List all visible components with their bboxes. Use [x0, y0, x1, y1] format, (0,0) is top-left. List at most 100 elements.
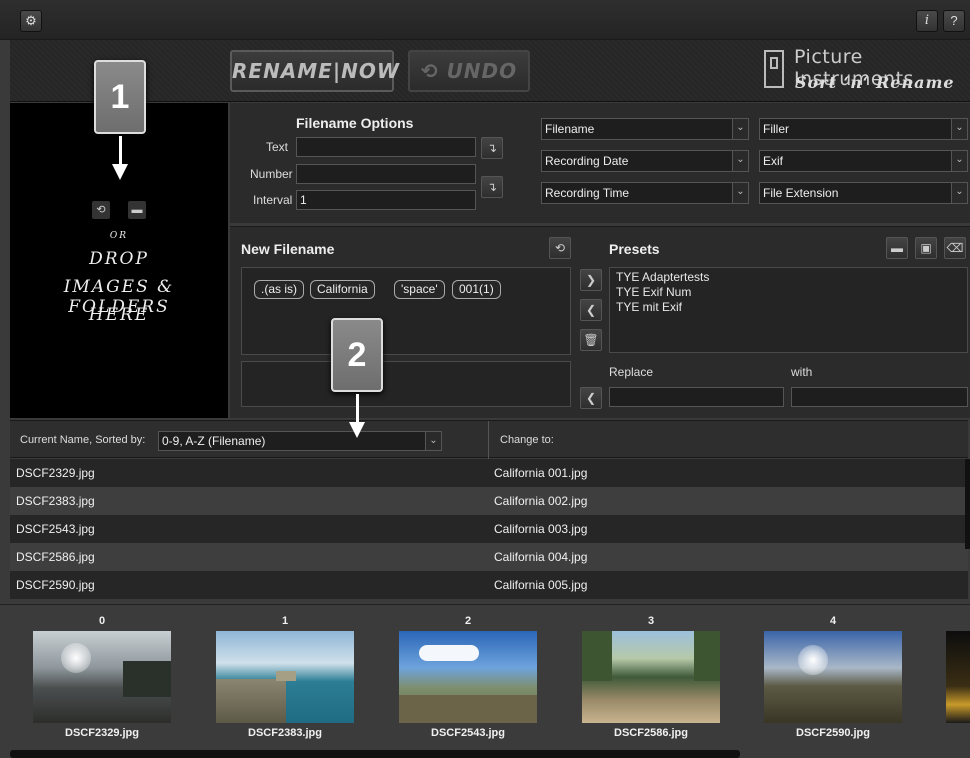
thumbnail-image[interactable] [399, 631, 537, 723]
filename-options-title: Filename Options [296, 115, 414, 131]
arrow-head-icon [112, 164, 128, 180]
callout-badge-2: 2 [331, 318, 383, 392]
table-row[interactable]: DSCF2590.jpg California 005.jpg [10, 571, 968, 599]
column-divider [488, 421, 489, 459]
undo-label: UNDO [446, 59, 518, 83]
thumb-name: DSCF2590.jpg [796, 727, 870, 739]
new-name-cell: California 004.jpg [494, 550, 588, 564]
thumbnail-image[interactable] [946, 631, 970, 723]
filmstrip-scrollbar[interactable] [10, 750, 740, 758]
presets-list[interactable]: TYE Adaptertests TYE Exif Num TYE mit Ex… [609, 267, 968, 353]
drop-or-label: OR [109, 231, 129, 241]
arrow-down-icon [119, 136, 122, 166]
save-icon[interactable]: ▣ [915, 237, 937, 259]
field-select-5[interactable]: Exif ⌄ [759, 150, 968, 172]
new-name-cell: California 001.jpg [494, 466, 588, 480]
field-select-1[interactable]: Filename ⌄ [541, 118, 749, 140]
thumbnail-image[interactable] [216, 631, 354, 723]
delete-preset-icon[interactable]: ⌫ [944, 237, 966, 259]
refresh-icon[interactable]: ⟲ [92, 201, 110, 219]
undo-button[interactable]: ⟲ UNDO [408, 50, 530, 92]
replace-input[interactable] [609, 387, 784, 407]
chevron-down-icon: ⌄ [732, 183, 748, 203]
chevron-down-icon: ⌄ [951, 119, 967, 139]
current-name-label: Current Name, Sorted by: [20, 434, 146, 446]
thumb-index: 3 [647, 615, 655, 627]
new-filename-title: New Filename [241, 241, 335, 257]
interval-input[interactable]: 1 [296, 190, 476, 210]
token[interactable]: 'space' [394, 280, 445, 299]
callout-badge-1: 1 [94, 60, 146, 134]
filename-options-panel: Filename Options Text Number Interval 1 … [230, 103, 970, 223]
current-name-cell: DSCF2586.jpg [16, 550, 95, 564]
list-item[interactable]: TYE mit Exif [616, 300, 682, 315]
product-name: Sort ‘n‘ Rename [795, 73, 955, 92]
thumb-index: 4 [829, 615, 837, 627]
apply-replace-button[interactable]: ❮ [580, 387, 602, 409]
presets-title: Presets [609, 241, 660, 257]
thumb-index: 2 [464, 615, 472, 627]
token[interactable]: California [310, 280, 375, 299]
number-input[interactable] [296, 164, 476, 184]
filmstrip: 0 DSCF2329.jpg 1 DSCF2383.jpg 2 DSCF2543… [0, 604, 970, 758]
table-scrollbar[interactable] [965, 459, 970, 549]
field-select-6[interactable]: File Extension ⌄ [759, 182, 968, 204]
current-name-cell: DSCF2329.jpg [16, 466, 95, 480]
new-name-cell: California 005.jpg [494, 578, 588, 592]
current-name-cell: DSCF2383.jpg [16, 494, 95, 508]
table-row[interactable]: DSCF2329.jpg California 001.jpg [10, 459, 968, 487]
drop-line-1: DROP [89, 249, 149, 269]
folder-icon[interactable]: ▬ [128, 201, 146, 219]
table-row[interactable]: DSCF2586.jpg California 004.jpg [10, 543, 968, 571]
thumbnail-image[interactable] [764, 631, 902, 723]
current-name-cell: DSCF2543.jpg [16, 522, 95, 536]
insert-number-button[interactable]: ↴ [481, 176, 503, 198]
preview-area [241, 361, 571, 407]
token[interactable]: 001(1) [452, 280, 501, 299]
drop-line-3: HERE [88, 305, 150, 325]
with-label: with [791, 365, 813, 379]
thumbnail-image[interactable] [582, 631, 720, 723]
field-select-2[interactable]: Recording Date ⌄ [541, 150, 749, 172]
token-area[interactable]: .(as is) California 'space' 001(1) [241, 267, 571, 355]
insert-text-button[interactable]: ↴ [481, 137, 503, 159]
text-input[interactable] [296, 137, 476, 157]
add-preset-button[interactable]: ❯ [580, 269, 602, 291]
undo-icon: ⟲ [420, 59, 439, 83]
chevron-down-icon: ⌄ [951, 183, 967, 203]
arrow-down-icon [356, 394, 359, 424]
thumbnail-image[interactable] [33, 631, 171, 723]
help-button[interactable]: ? [943, 10, 965, 32]
new-name-cell: California 002.jpg [494, 494, 588, 508]
text-label: Text [266, 140, 289, 154]
rename-now-button[interactable]: RENAME|NOW [230, 50, 399, 92]
interval-label: Interval [253, 193, 293, 207]
token[interactable]: .(as is) [254, 280, 304, 299]
chevron-down-icon: ⌄ [425, 432, 441, 450]
new-name-cell: California 003.jpg [494, 522, 588, 536]
current-name-cell: DSCF2590.jpg [16, 578, 95, 592]
table-header: Current Name, Sorted by: 0-9, A-Z (Filen… [10, 420, 968, 459]
gear-icon[interactable]: ⚙ [20, 10, 42, 32]
info-button[interactable]: i [916, 10, 938, 32]
thumb-name: DSCF2383.jpg [248, 727, 322, 739]
load-preset-button[interactable]: ❮ [580, 299, 602, 321]
thumb-name: DSCF2586.jpg [614, 727, 688, 739]
with-input[interactable] [791, 387, 968, 407]
table-row[interactable]: DSCF2383.jpg California 002.jpg [10, 487, 968, 515]
field-select-4[interactable]: Filler ⌄ [759, 118, 968, 140]
thumb-name: DSCF2543.jpg [431, 727, 505, 739]
folder-icon[interactable]: ▬ [886, 237, 908, 259]
sort-select[interactable]: 0-9, A-Z (Filename) ⌄ [158, 431, 442, 451]
thumb-name: DSCF2329.jpg [65, 727, 139, 739]
field-select-3[interactable]: Recording Time ⌄ [541, 182, 749, 204]
thumb-index: 1 [281, 615, 289, 627]
table-row[interactable]: DSCF2543.jpg California 003.jpg [10, 515, 968, 543]
arrow-head-icon [349, 422, 365, 438]
list-item[interactable]: TYE Adaptertests [616, 270, 709, 285]
header-band: RENAME|NOW ⟲ UNDO Picture Instruments So… [10, 40, 970, 102]
chevron-down-icon: ⌄ [732, 119, 748, 139]
trash-icon[interactable]: 🗑 [580, 329, 602, 351]
reset-icon[interactable]: ⟲ [549, 237, 571, 259]
list-item[interactable]: TYE Exif Num [616, 285, 691, 300]
